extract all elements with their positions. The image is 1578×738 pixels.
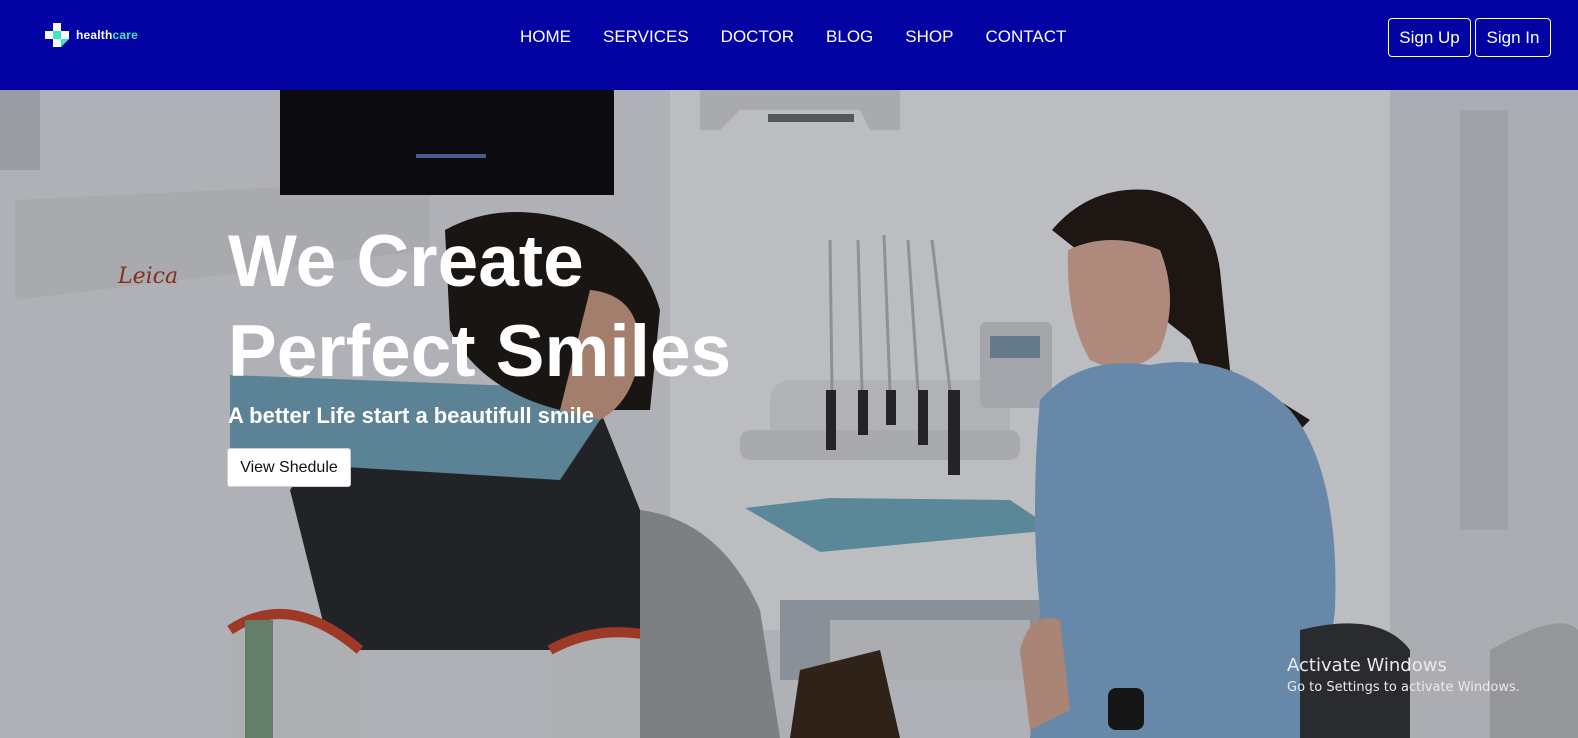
view-schedule-button[interactable]: View Shedule (227, 448, 351, 487)
activate-windows-watermark: Activate Windows Go to Settings to activ… (1287, 655, 1520, 697)
nav-home[interactable]: HOME (520, 26, 571, 48)
sign-up-button[interactable]: Sign Up (1388, 18, 1471, 57)
hero-section: Leica We Create Perfect Smiles A better … (0, 90, 1578, 738)
nav-shop[interactable]: SHOP (905, 26, 953, 48)
activate-windows-title: Activate Windows (1287, 655, 1447, 676)
nav-services[interactable]: SERVICES (603, 26, 689, 48)
hero-title-line-1: We Create (228, 221, 584, 302)
nav-contact[interactable]: CONTACT (985, 26, 1066, 48)
logo[interactable]: healthcare (43, 22, 138, 48)
nav-doctor[interactable]: DOCTOR (721, 26, 794, 48)
sign-in-button[interactable]: Sign In (1475, 18, 1551, 57)
hero-title-line-2: Perfect Smiles (228, 311, 732, 392)
hero-title: We Create Perfect Smiles (228, 217, 848, 397)
hero-subtitle: A better Life start a beautifull smile (228, 403, 594, 428)
nav-blog[interactable]: BLOG (826, 26, 873, 48)
brand-name: healthcare (76, 28, 139, 42)
site-header: healthcare HOME SERVICES DOCTOR BLOG SHO… (0, 0, 1578, 90)
medical-cross-icon (43, 21, 71, 49)
main-nav: HOME SERVICES DOCTOR BLOG SHOP CONTACT (520, 26, 1098, 48)
activate-windows-subtitle: Go to Settings to activate Windows. (1287, 680, 1520, 695)
